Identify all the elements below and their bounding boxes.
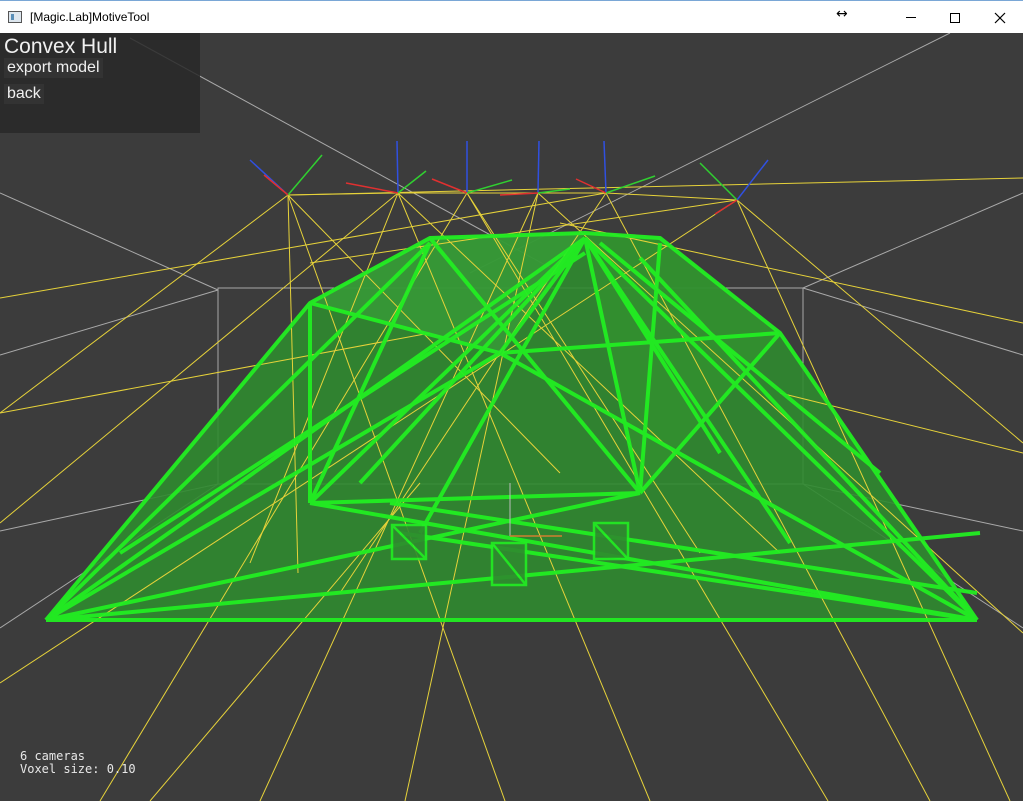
minimize-icon [906,17,916,18]
app-window-icon [8,11,22,23]
minimize-button[interactable] [888,1,934,34]
export-model-button[interactable]: export model [4,58,103,78]
title-bar: [Magic.Lab]MotiveTool ↔ [0,0,1023,33]
window-title: [Magic.Lab]MotiveTool [30,10,150,24]
status-overlay: 6 cameras Voxel size: 0.10 [20,750,136,776]
voxel-size: Voxel size: 0.10 [20,762,136,776]
3d-viewport[interactable] [0,33,1023,801]
control-panel: Convex Hull export model back [0,33,200,133]
back-button[interactable]: back [4,84,44,104]
scene-canvas[interactable] [0,33,1023,801]
close-button[interactable] [977,1,1023,34]
close-icon [994,12,1006,23]
maximize-button[interactable] [932,1,978,34]
panel-title: Convex Hull [4,35,118,58]
resize-cursor-icon: ↔ [836,6,848,22]
camera-axes [249,140,769,215]
maximize-icon [950,12,960,23]
